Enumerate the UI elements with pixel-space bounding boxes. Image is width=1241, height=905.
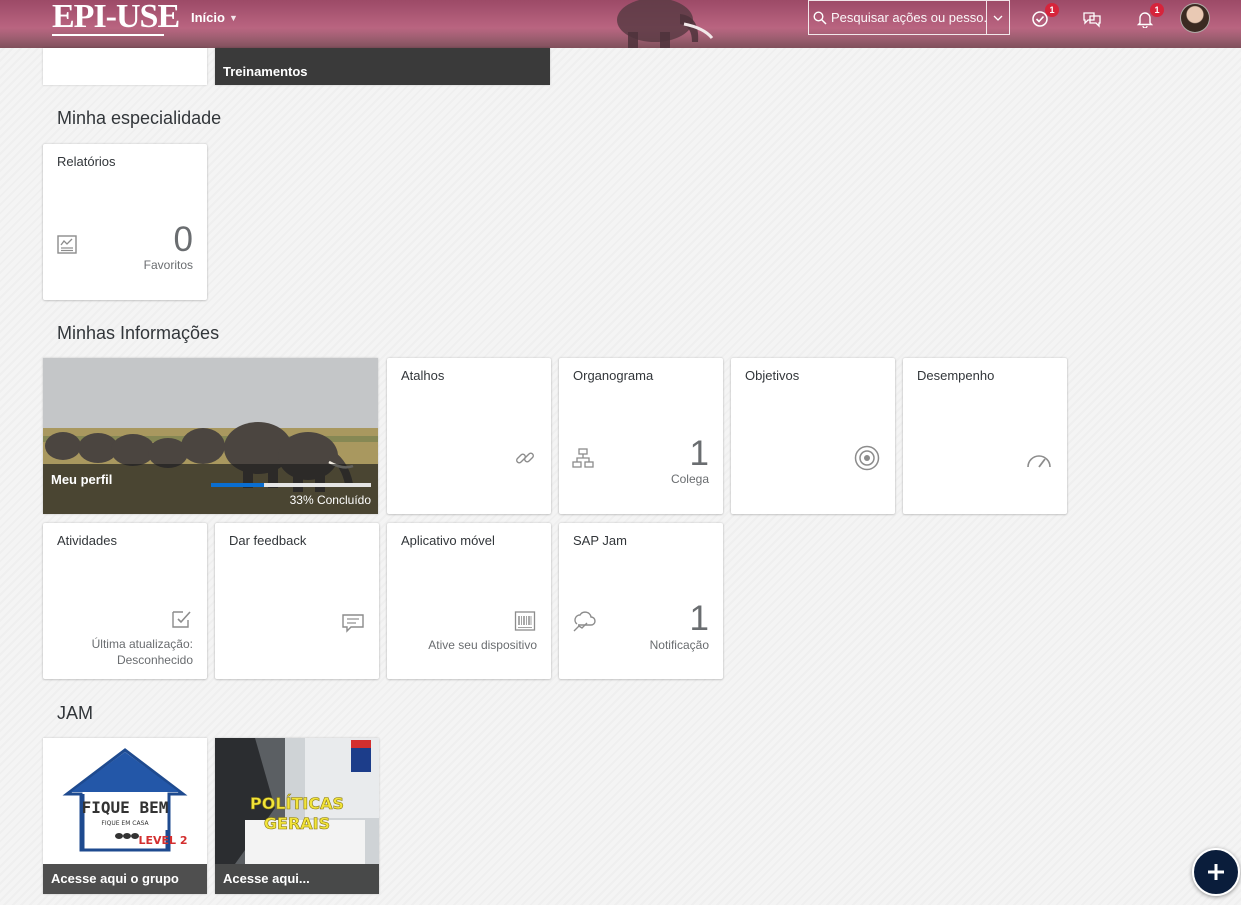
reports-count: 0 [173,220,193,259]
politicas-line2: GERAIS [264,814,330,833]
section-title-info: Minhas Informações [57,323,220,343]
jam-group-link-2: Acesse aqui... [215,864,379,894]
search-input[interactable] [831,10,986,25]
header-elephant-illustration [617,0,714,48]
politicas-line1: POLÍTICAS [250,794,344,813]
training-tile[interactable]: Treinamentos [215,48,550,85]
politicas-gerais-image: POLÍTICAS GERAIS [215,738,379,864]
activities-tile[interactable]: Atividades Última atualização: Desconhec… [43,523,207,679]
sap-jam-footer: Notificação [649,638,709,652]
home-menu-button[interactable]: Início ▼ [191,10,238,25]
performance-tile[interactable]: Desempenho [903,358,1067,514]
fique-bem-heading: FIQUE BEM [82,798,169,817]
profile-progress-text: 33% Concluído [289,493,371,507]
orgchart-count: 1 [689,434,709,473]
jam-group-tile-fique-bem[interactable]: FIQUE BEM FIQUE EM CASA LEVEL 2 Acesse a… [43,738,207,894]
barcode-icon [513,609,537,633]
sap-jam-tile-title: SAP Jam [573,533,627,548]
fique-bem-level: LEVEL 2 [138,834,187,847]
fique-bem-house-image: FIQUE BEM FIQUE EM CASA LEVEL 2 [62,748,188,852]
give-feedback-tile[interactable]: Dar feedback [215,523,379,679]
user-avatar[interactable] [1180,3,1210,33]
my-profile-tile[interactable]: Meu perfil 33% Concluído [43,358,378,514]
notifications-button[interactable]: 1 [1134,3,1164,30]
jam-cloud-icon [571,609,597,635]
search-scope-dropdown[interactable] [986,1,1009,34]
shortcuts-tile-title: Atalhos [401,368,445,383]
profile-progress-bar [211,483,371,487]
training-tile-label: Treinamentos [223,64,308,79]
profile-tile-title: Meu perfil [51,472,113,487]
activities-footer-line2: Desconhecido [116,653,193,667]
jam-group-tile-politicas[interactable]: POLÍTICAS GERAIS Acesse aqui... [215,738,379,894]
gauge-icon [1025,448,1053,472]
home-menu-label: Início [191,10,225,25]
partial-tile-left[interactable] [43,48,207,85]
reports-tile-title: Relatórios [57,154,116,169]
mobile-app-tile[interactable]: Aplicativo móvel Ative seu dispositivo [387,523,551,679]
jam-group-link-1: Acesse aqui o grupo [43,864,207,894]
link-icon [513,446,537,470]
orgchart-tile-title: Organograma [573,368,654,383]
plus-icon [1208,864,1224,880]
company-logo[interactable]: EPI-USE [52,0,180,34]
profile-progress-fill [211,483,264,487]
edit-check-icon [169,607,193,631]
goals-tile[interactable]: Objetivos [731,358,895,514]
report-icon [55,232,79,256]
notification-count-badge: 1 [1150,3,1164,17]
todo-count-badge: 1 [1045,3,1059,17]
chevron-down-icon: ▼ [228,12,238,23]
orgchart-tile[interactable]: Organograma 1 Colega [559,358,723,514]
activities-footer: Última atualização: Desconhecido [92,636,193,668]
give-feedback-tile-title: Dar feedback [229,533,307,548]
reports-tile[interactable]: Relatórios 0 Favoritos [43,144,207,300]
message-icon [341,611,365,635]
search-bar[interactable] [808,0,1010,35]
fique-bem-subtext: FIQUE EM CASA [101,820,149,827]
orgchart-footer: Colega [670,472,709,486]
reports-footer: Favoritos [143,258,193,272]
target-icon [853,444,881,472]
todo-button[interactable]: 1 [1029,3,1059,30]
sap-jam-count: 1 [689,599,709,638]
search-icon [809,10,831,25]
performance-tile-title: Desempenho [917,368,995,383]
add-fab-button[interactable] [1192,848,1240,896]
section-title-specialty: Minha especialidade [57,108,222,128]
mobile-app-tile-title: Aplicativo móvel [401,533,495,548]
activities-tile-title: Atividades [57,533,117,548]
chevron-down-icon [993,15,1003,21]
chat-icon [1083,12,1101,28]
goals-tile-title: Objetivos [745,368,800,383]
logo-underline [52,34,164,36]
sap-jam-tile[interactable]: SAP Jam 1 Notificação [559,523,723,679]
shortcuts-tile[interactable]: Atalhos [387,358,551,514]
org-chart-icon [571,446,595,470]
shell-header: EPI-USE Início ▼ 1 1 [0,0,1241,48]
activities-footer-line1: Última atualização: [91,637,193,651]
mobile-app-footer: Ative seu dispositivo [428,638,537,652]
section-title-jam: JAM [57,703,93,723]
feedback-chat-button[interactable] [1081,8,1103,30]
